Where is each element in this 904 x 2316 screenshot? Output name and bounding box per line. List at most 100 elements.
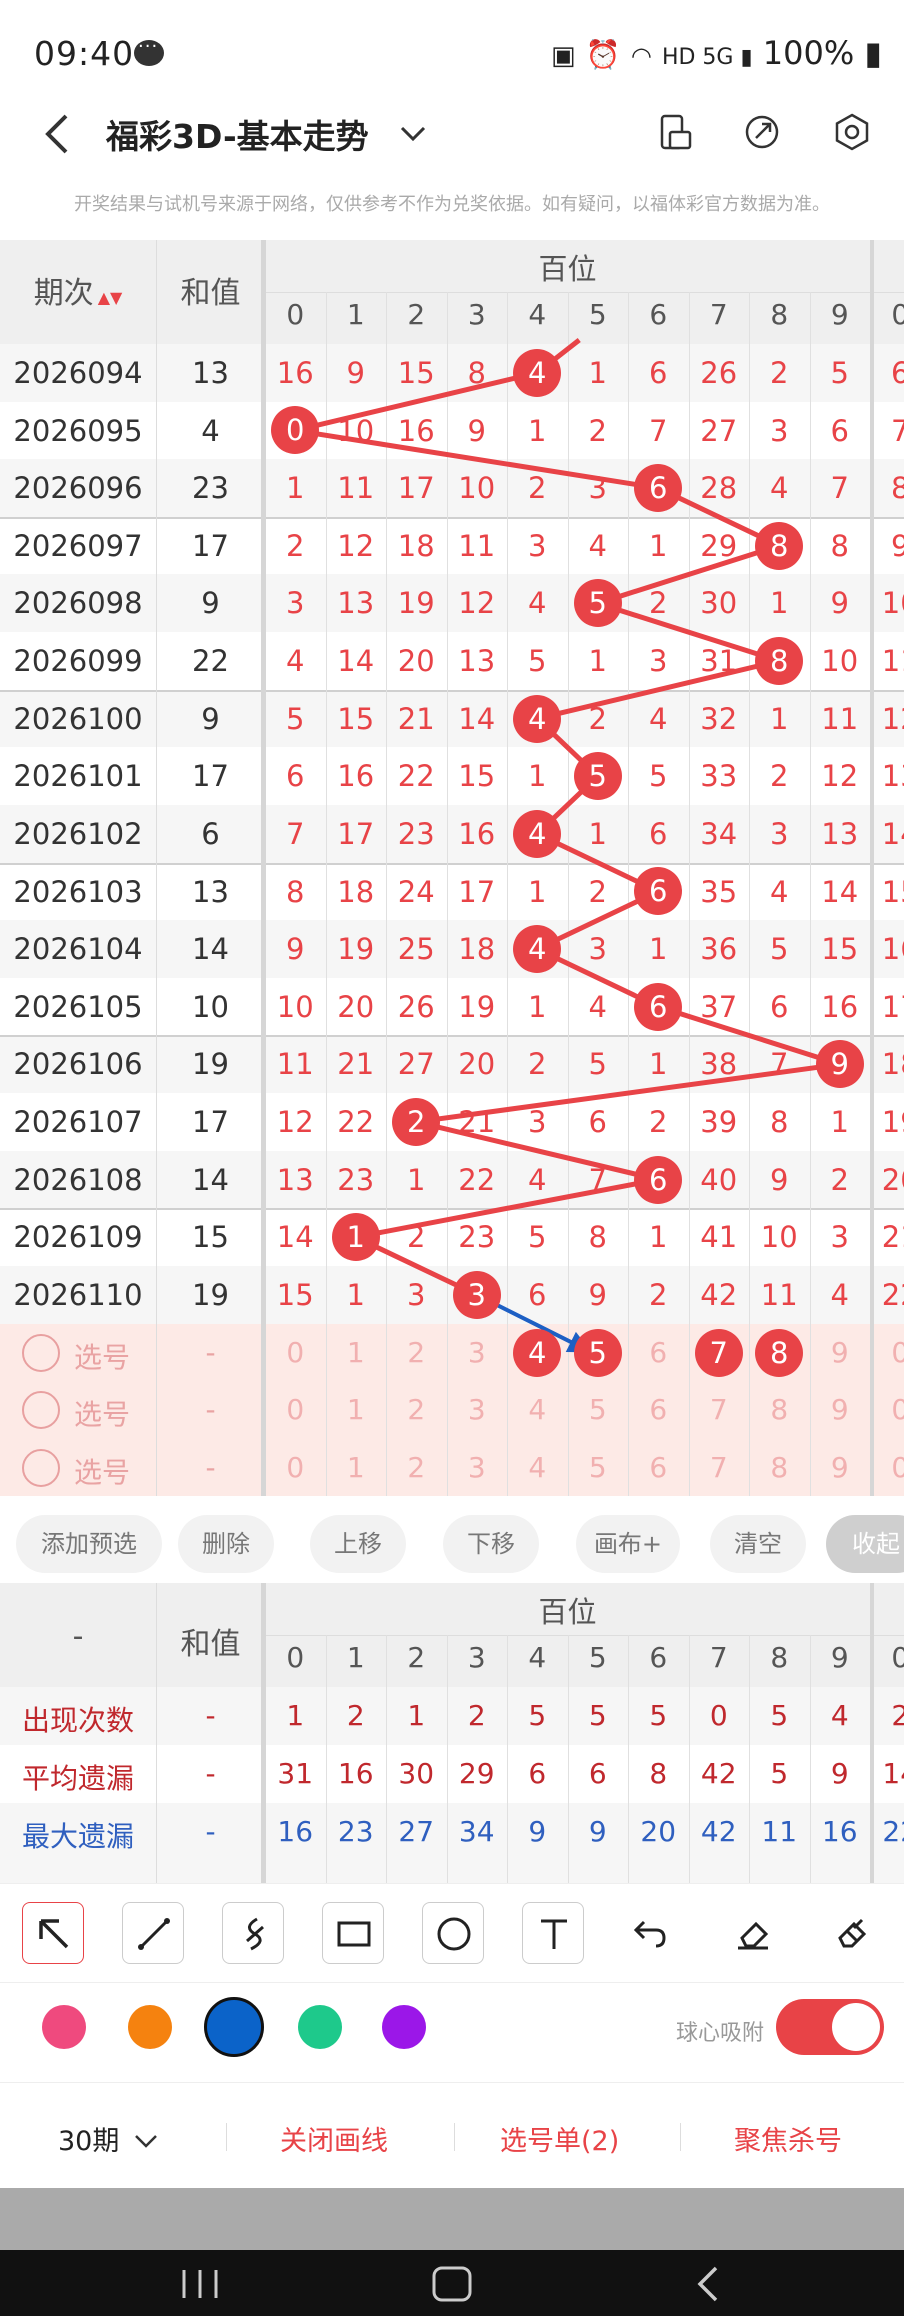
stats-digit-header: 9	[830, 1641, 849, 1674]
snap-label: 球心吸附	[676, 2021, 765, 2046]
stats-value: 5	[528, 1699, 547, 1732]
picked-number-ball[interactable]: 5	[573, 1328, 622, 1377]
winning-number-ball: 4	[513, 925, 562, 974]
trend-table: 期次 ▲▼ 和值 百位 0 1 2 3 4 5 6 7 8 9 0 2026094 13 16 9 15 8 1 6 26 2 5…	[0, 240, 904, 1503]
close-draw-button[interactable]: 关闭画线	[280, 2119, 388, 2158]
action-button[interactable]: 清空	[710, 1515, 806, 1573]
action-button[interactable]: 画布+	[576, 1515, 680, 1573]
period-selector[interactable]: 30期	[58, 2119, 158, 2158]
stats-col-sum: 和值	[180, 1627, 241, 1662]
circle-icon	[437, 1917, 471, 1951]
stats-table: - 和值 百位 0 1 2 3 4 5 6 7 8 9 0 出现次数 -1 2 1 2 5 5 5 0 5 4 2 平均遗漏 -31 1…	[0, 1583, 904, 1883]
action-button[interactable]: 添加预选	[16, 1515, 162, 1573]
stats-row-label: 最大遗漏	[21, 1820, 134, 1853]
stats-gridline	[628, 1635, 629, 1883]
color-orange[interactable]	[128, 2005, 172, 2049]
stats-digit-header: 5	[588, 1641, 607, 1674]
color-purple[interactable]	[382, 2005, 426, 2049]
period-label: 30期	[58, 2126, 120, 2157]
stats-divider-sum	[261, 1583, 266, 1883]
tool-rectangle[interactable]	[322, 1902, 384, 1964]
stats-row-sum: -	[205, 1815, 216, 1848]
stats-digit-header: 0	[891, 1641, 904, 1674]
trend-line-segment	[415, 1061, 841, 1125]
divider	[454, 2123, 455, 2151]
tool-circle[interactable]	[422, 1902, 484, 1964]
stats-divider-right	[870, 1583, 874, 1883]
chevron-down-icon[interactable]	[398, 122, 428, 146]
tool-select[interactable]	[22, 1902, 84, 1964]
color-bar: 球心吸附	[0, 1983, 904, 2083]
color-green[interactable]	[298, 2005, 342, 2049]
share-icon[interactable]	[742, 112, 782, 152]
trend-line-segment	[294, 370, 538, 433]
stats-value: 16	[277, 1815, 314, 1848]
rotate-screen-icon[interactable]	[656, 112, 696, 152]
stats-value: 2	[467, 1699, 486, 1732]
trend-line-segment	[415, 1119, 659, 1182]
picked-number-ball[interactable]: 8	[755, 1328, 804, 1377]
stats-value: 8	[649, 1757, 668, 1790]
status-indicators: ▣ ⏰ ◠ HD 5G ▮ 100% ▮	[551, 34, 882, 72]
back-nav-icon[interactable]	[692, 2264, 722, 2304]
status-time: 09:40	[34, 34, 135, 73]
stats-value: 6	[588, 1757, 607, 1790]
bottom-bar: 30期 关闭画线 选号单(2) 聚焦杀号	[0, 2083, 904, 2188]
action-button[interactable]: 上移	[310, 1515, 406, 1573]
recents-icon[interactable]	[178, 2266, 222, 2302]
trend-line-segment	[596, 600, 781, 664]
stats-col-first: -	[72, 1619, 84, 1654]
tool-line[interactable]	[122, 1902, 184, 1964]
line-icon	[138, 1918, 170, 1950]
stats-value: 31	[277, 1757, 314, 1790]
tool-curve[interactable]	[222, 1902, 284, 1964]
stats-row-label: 出现次数	[21, 1704, 134, 1737]
picked-number-ball[interactable]: 4	[513, 1328, 562, 1377]
chat-notification-icon	[134, 36, 164, 66]
trend-line	[294, 338, 841, 1355]
home-icon[interactable]	[430, 2264, 474, 2304]
rectangle-icon	[337, 1921, 371, 1947]
collapse-button[interactable]: 收起	[826, 1515, 904, 1573]
group-divider	[265, 1635, 904, 1636]
settings-icon[interactable]	[832, 112, 872, 152]
color-blue-selected[interactable]	[204, 1997, 264, 2057]
stats-value: 20	[640, 1815, 677, 1848]
alarm-icon: ⏰	[585, 38, 621, 71]
undo-icon[interactable]	[630, 1914, 670, 1954]
stats-divider-issue	[156, 1583, 157, 1883]
tool-text[interactable]	[522, 1902, 584, 1964]
trend-line-segment	[294, 427, 659, 491]
snap-toggle[interactable]	[776, 1999, 884, 2055]
stats-digit-header: 0	[286, 1641, 305, 1674]
stats-value: 42	[700, 1815, 737, 1848]
wifi-icon: ◠	[630, 42, 652, 70]
action-button[interactable]: 删除	[178, 1515, 274, 1573]
pick-list-button[interactable]: 选号单(2)	[500, 2119, 619, 2158]
clear-all-icon[interactable]	[832, 1912, 874, 1954]
page-title[interactable]: 福彩3D-基本走势	[106, 110, 369, 158]
winning-number-ball: 9	[815, 1040, 864, 1089]
eraser-icon[interactable]	[732, 1912, 774, 1954]
picked-number-ball[interactable]: 7	[694, 1328, 743, 1377]
stats-gridline	[325, 1635, 327, 1883]
back-icon[interactable]	[40, 112, 74, 156]
stats-digit-header: 4	[528, 1641, 547, 1674]
action-button[interactable]: 下移	[443, 1515, 539, 1573]
stats-digit-header: 2	[407, 1641, 426, 1674]
source-notice: 开奖结果与试机号来源于网络，仅供参考不作为兑奖依据。如有疑问，以福体彩官方数据为…	[74, 194, 830, 215]
trend-line-segment	[596, 543, 781, 606]
stats-group-header: 百位	[538, 1595, 597, 1629]
stats-gridline	[749, 1635, 750, 1883]
focus-kill-button[interactable]: 聚焦杀号	[734, 2119, 842, 2158]
winning-number-ball: 4	[513, 694, 562, 743]
winning-number-ball: 8	[755, 636, 804, 685]
stats-value: 9	[528, 1815, 547, 1848]
stats-value: 6	[528, 1757, 547, 1790]
stats-gridline	[567, 1635, 569, 1883]
status-bar: 09:40 ▣ ⏰ ◠ HD 5G ▮ 100% ▮	[0, 0, 904, 110]
color-pink[interactable]	[42, 2005, 86, 2049]
stats-value: 9	[830, 1757, 849, 1790]
winning-number-ball: 3	[452, 1270, 501, 1319]
winning-number-ball: 8	[755, 521, 804, 570]
